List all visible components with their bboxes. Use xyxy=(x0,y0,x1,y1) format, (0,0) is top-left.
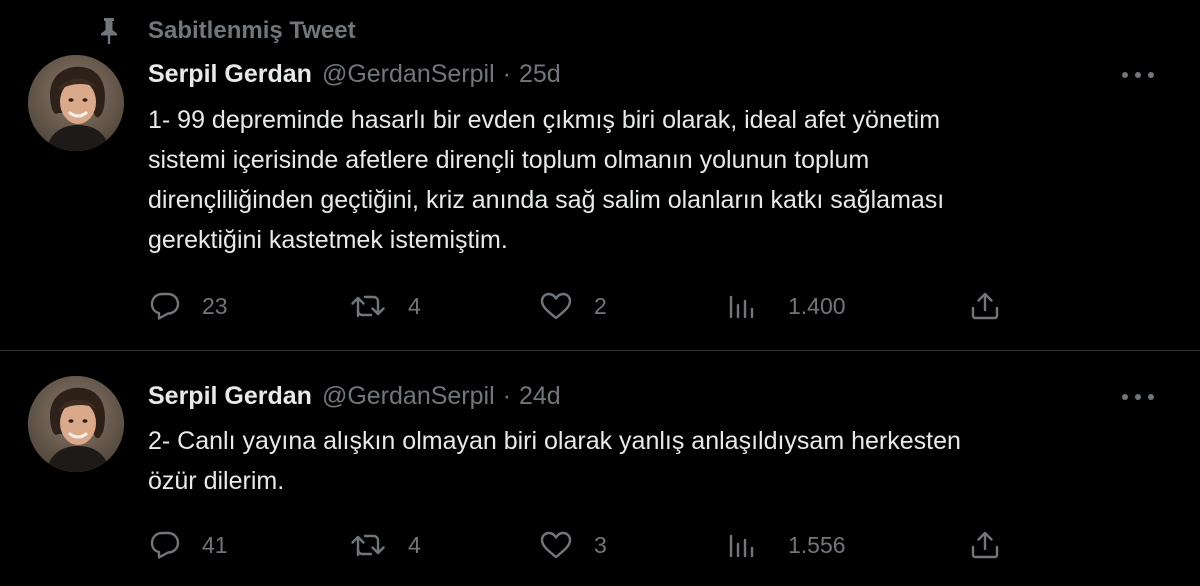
tweet-text-line: dirençliliğinden geçtiğini, kriz anında … xyxy=(148,186,945,214)
more-icon[interactable] xyxy=(1116,60,1160,90)
share-icon xyxy=(970,291,1000,321)
share-button[interactable] xyxy=(970,286,1000,326)
retweet-count: 4 xyxy=(408,292,421,319)
tweet-text-line: 1- 99 depreminde hasarlı bir evden çıkmı… xyxy=(148,106,941,134)
separator: · xyxy=(502,59,511,88)
tweet-text-line: 2- Canlı yayına alışkın olmayan biri ola… xyxy=(148,427,961,455)
timestamp[interactable]: 25d xyxy=(519,60,561,89)
tweet-text: 2- Canlı yayına alışkın olmayan biri ola… xyxy=(148,421,1158,501)
views-button[interactable]: 1.556 xyxy=(728,525,846,565)
like-button[interactable]: 2 xyxy=(540,286,607,326)
retweet-icon xyxy=(350,531,386,559)
retweet-button[interactable]: 4 xyxy=(350,286,421,326)
view-count: 1.400 xyxy=(788,292,846,319)
timestamp[interactable]: 24d xyxy=(519,382,561,411)
view-count: 1.556 xyxy=(788,531,846,558)
action-bar: 41 4 3 1.556 xyxy=(0,525,1200,565)
avatar[interactable] xyxy=(28,376,124,472)
avatar[interactable] xyxy=(28,55,124,151)
reply-icon xyxy=(150,292,180,320)
tweet[interactable]: Sabitlenmiş Tweet Serpil Gerdan @GerdanS… xyxy=(0,0,1200,350)
reply-icon xyxy=(150,531,180,559)
separator: · xyxy=(502,381,511,410)
author-handle[interactable]: @GerdanSerpil xyxy=(322,60,495,89)
like-count: 3 xyxy=(594,531,607,558)
reply-count: 41 xyxy=(202,531,228,558)
pinned-label: Sabitlenmiş Tweet xyxy=(148,17,356,44)
tweet-text-line: sistemi içerisinde afetlere dirençli top… xyxy=(148,146,870,174)
author-name[interactable]: Serpil Gerdan xyxy=(148,382,312,411)
tweet[interactable]: Serpil Gerdan @GerdanSerpil · 24d 2- Can… xyxy=(0,351,1200,586)
heart-icon xyxy=(540,292,572,320)
tweet-header: Serpil Gerdan @GerdanSerpil · 24d xyxy=(148,379,561,413)
heart-icon xyxy=(540,531,572,559)
author-handle[interactable]: @GerdanSerpil xyxy=(322,382,495,411)
retweet-icon xyxy=(350,292,386,320)
tweet-text-line: özür dilerim. xyxy=(148,467,285,495)
tweet-header: Serpil Gerdan @GerdanSerpil · 25d xyxy=(148,57,561,91)
author-name[interactable]: Serpil Gerdan xyxy=(148,60,312,89)
retweet-button[interactable]: 4 xyxy=(350,525,421,565)
reply-button[interactable]: 23 xyxy=(150,286,228,326)
action-bar: 23 4 2 1.400 xyxy=(0,286,1200,326)
more-icon[interactable] xyxy=(1116,382,1160,412)
reply-button[interactable]: 41 xyxy=(150,525,228,565)
like-count: 2 xyxy=(594,292,607,319)
views-icon xyxy=(728,531,756,559)
views-button[interactable]: 1.400 xyxy=(728,286,846,326)
retweet-count: 4 xyxy=(408,531,421,558)
like-button[interactable]: 3 xyxy=(540,525,607,565)
tweet-text: 1- 99 depreminde hasarlı bir evden çıkmı… xyxy=(148,100,1158,260)
tweet-text-line: gerektiğini kastetmek istemiştim. xyxy=(148,226,508,254)
reply-count: 23 xyxy=(202,292,228,319)
share-icon xyxy=(970,530,1000,560)
share-button[interactable] xyxy=(970,525,1000,565)
pinned-indicator: Sabitlenmiş Tweet xyxy=(92,14,356,48)
pin-icon xyxy=(92,14,126,48)
views-icon xyxy=(728,292,756,320)
